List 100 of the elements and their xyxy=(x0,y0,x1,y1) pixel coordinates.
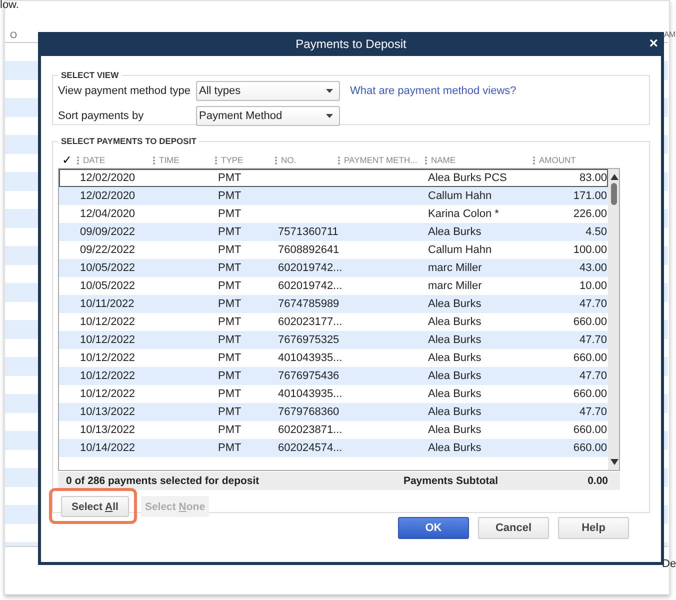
amount-cell-text: 171.00 xyxy=(572,190,608,202)
table-row[interactable]: 10/13/2022 PMT 602023871... Alea Burks 660.00 xyxy=(59,421,608,439)
name-cell-text: Alea Burks xyxy=(427,406,482,418)
type-cell-text: PMT xyxy=(217,370,242,382)
table-row[interactable]: 10/12/2022 PMT 7676975436 Alea Burks 47.70 xyxy=(59,367,608,385)
amount-cell-text: 660.00 xyxy=(572,388,608,400)
column-header: O xyxy=(10,30,18,40)
name-cell-text: Alea Burks xyxy=(427,370,482,382)
type-cell-text: PMT xyxy=(217,388,242,400)
dropdown[interactable]: All types xyxy=(196,81,340,101)
name-cell-text: Alea Burks xyxy=(427,442,482,454)
date-cell-text: 10/13/2022 xyxy=(79,424,136,436)
table-row[interactable]: 09/22/2022 PMT 7608892641 Callum Hahn 100.00 xyxy=(59,241,608,259)
scroll-up-icon[interactable] xyxy=(610,173,619,181)
scroll-down-icon[interactable] xyxy=(610,458,619,466)
scroll-thumb[interactable] xyxy=(611,183,617,205)
table-row[interactable]: 12/02/2020 PMT Callum Hahn 171.00 xyxy=(59,187,608,205)
date-cell-text: 09/09/2022 xyxy=(79,226,136,238)
table-row[interactable]: 12/02/2020 PMT Alea Burks PCS 83.00 xyxy=(59,169,608,187)
cancel-button[interactable]: Cancel xyxy=(478,517,549,539)
name-cell-text: marc Miller xyxy=(427,262,483,274)
dropdown[interactable]: Payment Method xyxy=(196,106,340,126)
number-cell-text: 7571360711 xyxy=(277,226,338,238)
name-cell-text: Alea Burks xyxy=(427,424,482,436)
amount-cell-text: 660.00 xyxy=(572,316,608,328)
subtotal-label: Payments Subtotal xyxy=(403,475,498,487)
date-cell-text: 10/13/2022 xyxy=(79,406,136,418)
date-cell-text: 10/12/2022 xyxy=(79,370,136,382)
table-row[interactable]: 12/04/2020 PMT Karina Colon * 226.00 xyxy=(59,205,608,223)
amount-cell-text: 4.50 xyxy=(584,226,608,238)
column-header[interactable]: DATE xyxy=(77,154,153,164)
type-cell-text: PMT xyxy=(217,316,242,328)
date-cell-text: 10/05/2022 xyxy=(79,280,136,292)
ok-button[interactable]: OK xyxy=(398,517,469,539)
background-text: low. xyxy=(0,0,19,11)
selection-summary: 0 of 286 payments selected for deposit xyxy=(66,475,260,487)
group-legend: SELECT VIEW xyxy=(58,70,122,80)
name-cell-text: Alea Burks PCS xyxy=(427,172,508,184)
select-all-button[interactable]: Select All xyxy=(61,496,129,517)
date-cell-text: 10/11/2022 xyxy=(79,298,136,310)
table-row[interactable]: 10/12/2022 PMT 7676975325 Alea Burks 47.70 xyxy=(59,331,608,349)
column-header[interactable]: AMOUNT xyxy=(533,154,608,164)
amount-cell-text: 83.00 xyxy=(578,172,608,184)
type-cell-text: PMT xyxy=(217,406,242,418)
number-cell-text: 7608892641 xyxy=(277,244,338,256)
date-cell-text: 10/14/2022 xyxy=(79,442,136,454)
type-cell-text: PMT xyxy=(217,208,242,220)
scrollbar[interactable] xyxy=(608,169,619,470)
table-row[interactable]: 10/13/2022 PMT 7679768360 Alea Burks 47.70 xyxy=(59,403,608,421)
caret-icon xyxy=(326,89,333,93)
close-button[interactable]: × xyxy=(649,36,658,51)
amount-cell-text: 226.00 xyxy=(572,208,608,220)
type-cell-text: PMT xyxy=(217,262,242,274)
name-cell-text: Callum Hahn xyxy=(427,190,493,202)
subtotal-value: 0.00 xyxy=(586,475,608,487)
amount-cell-text: 10.00 xyxy=(578,280,608,292)
amount-cell-text: 660.00 xyxy=(572,442,608,454)
column-header: AM xyxy=(664,30,676,39)
number-cell-text: 7679768360 xyxy=(277,406,338,418)
type-cell-text: PMT xyxy=(217,280,242,292)
name-cell-text: Karina Colon * xyxy=(427,208,500,220)
amount-cell-text: 47.70 xyxy=(578,334,608,346)
number-cell-text: 7676975436 xyxy=(277,370,338,382)
name-cell-text: Alea Burks xyxy=(427,298,482,310)
type-cell-text: PMT xyxy=(217,298,242,310)
column-header[interactable]: NAME xyxy=(425,154,533,164)
field-label: View payment method type xyxy=(58,85,192,97)
window-title: Payments to Deposit xyxy=(296,37,406,51)
name-cell-text: Callum Hahn xyxy=(427,244,493,256)
table-row[interactable]: 09/09/2022 PMT 7571360711 Alea Burks 4.50 xyxy=(59,223,608,241)
column-header[interactable]: NO. xyxy=(275,154,338,164)
name-cell-text: Alea Burks xyxy=(427,388,482,400)
name-cell-text: marc Miller xyxy=(427,280,483,292)
date-cell-text: 09/22/2022 xyxy=(79,244,136,256)
group-legend: SELECT PAYMENTS TO DEPOSIT xyxy=(58,136,200,146)
type-cell-text: PMT xyxy=(217,352,242,364)
table-row[interactable]: 10/12/2022 PMT 401043935... Alea Burks 660.00 xyxy=(59,349,608,367)
amount-cell-text: 47.70 xyxy=(578,406,608,418)
table-row[interactable]: 10/05/2022 PMT 602019742... marc Miller 43.00 xyxy=(59,259,608,277)
table-row[interactable]: 10/05/2022 PMT 602019742... marc Miller 10.00 xyxy=(59,277,608,295)
table-row[interactable]: 10/14/2022 PMT 602024574... Alea Burks 660.00 xyxy=(59,439,608,457)
column-header[interactable]: TIME xyxy=(153,154,215,164)
table-row[interactable]: 10/11/2022 PMT 7674785989 Alea Burks 47.70 xyxy=(59,295,608,313)
type-cell-text: PMT xyxy=(217,424,242,436)
name-cell-text: Alea Burks xyxy=(427,316,482,328)
date-cell-text: 10/12/2022 xyxy=(79,334,136,346)
check-column-header[interactable]: ✓ xyxy=(59,152,77,166)
table-row[interactable]: 10/12/2022 PMT 401043935... Alea Burks 660.00 xyxy=(59,385,608,403)
amount-cell-text: 47.70 xyxy=(578,370,608,382)
column-header[interactable]: TYPE xyxy=(215,154,275,164)
help-link[interactable]: What are payment method views? xyxy=(350,85,516,97)
name-cell-text: Alea Burks xyxy=(427,334,482,346)
help-button[interactable]: Help xyxy=(558,517,629,539)
type-cell-text: PMT xyxy=(217,172,242,184)
column-header[interactable]: PAYMENT METH... xyxy=(338,154,425,164)
caret-icon xyxy=(326,114,333,118)
amount-cell-text: 660.00 xyxy=(572,352,608,364)
table-row[interactable]: 10/12/2022 PMT 602023177... Alea Burks 660.00 xyxy=(59,313,608,331)
name-cell-text: Alea Burks xyxy=(427,226,482,238)
type-cell-text: PMT xyxy=(217,226,242,238)
